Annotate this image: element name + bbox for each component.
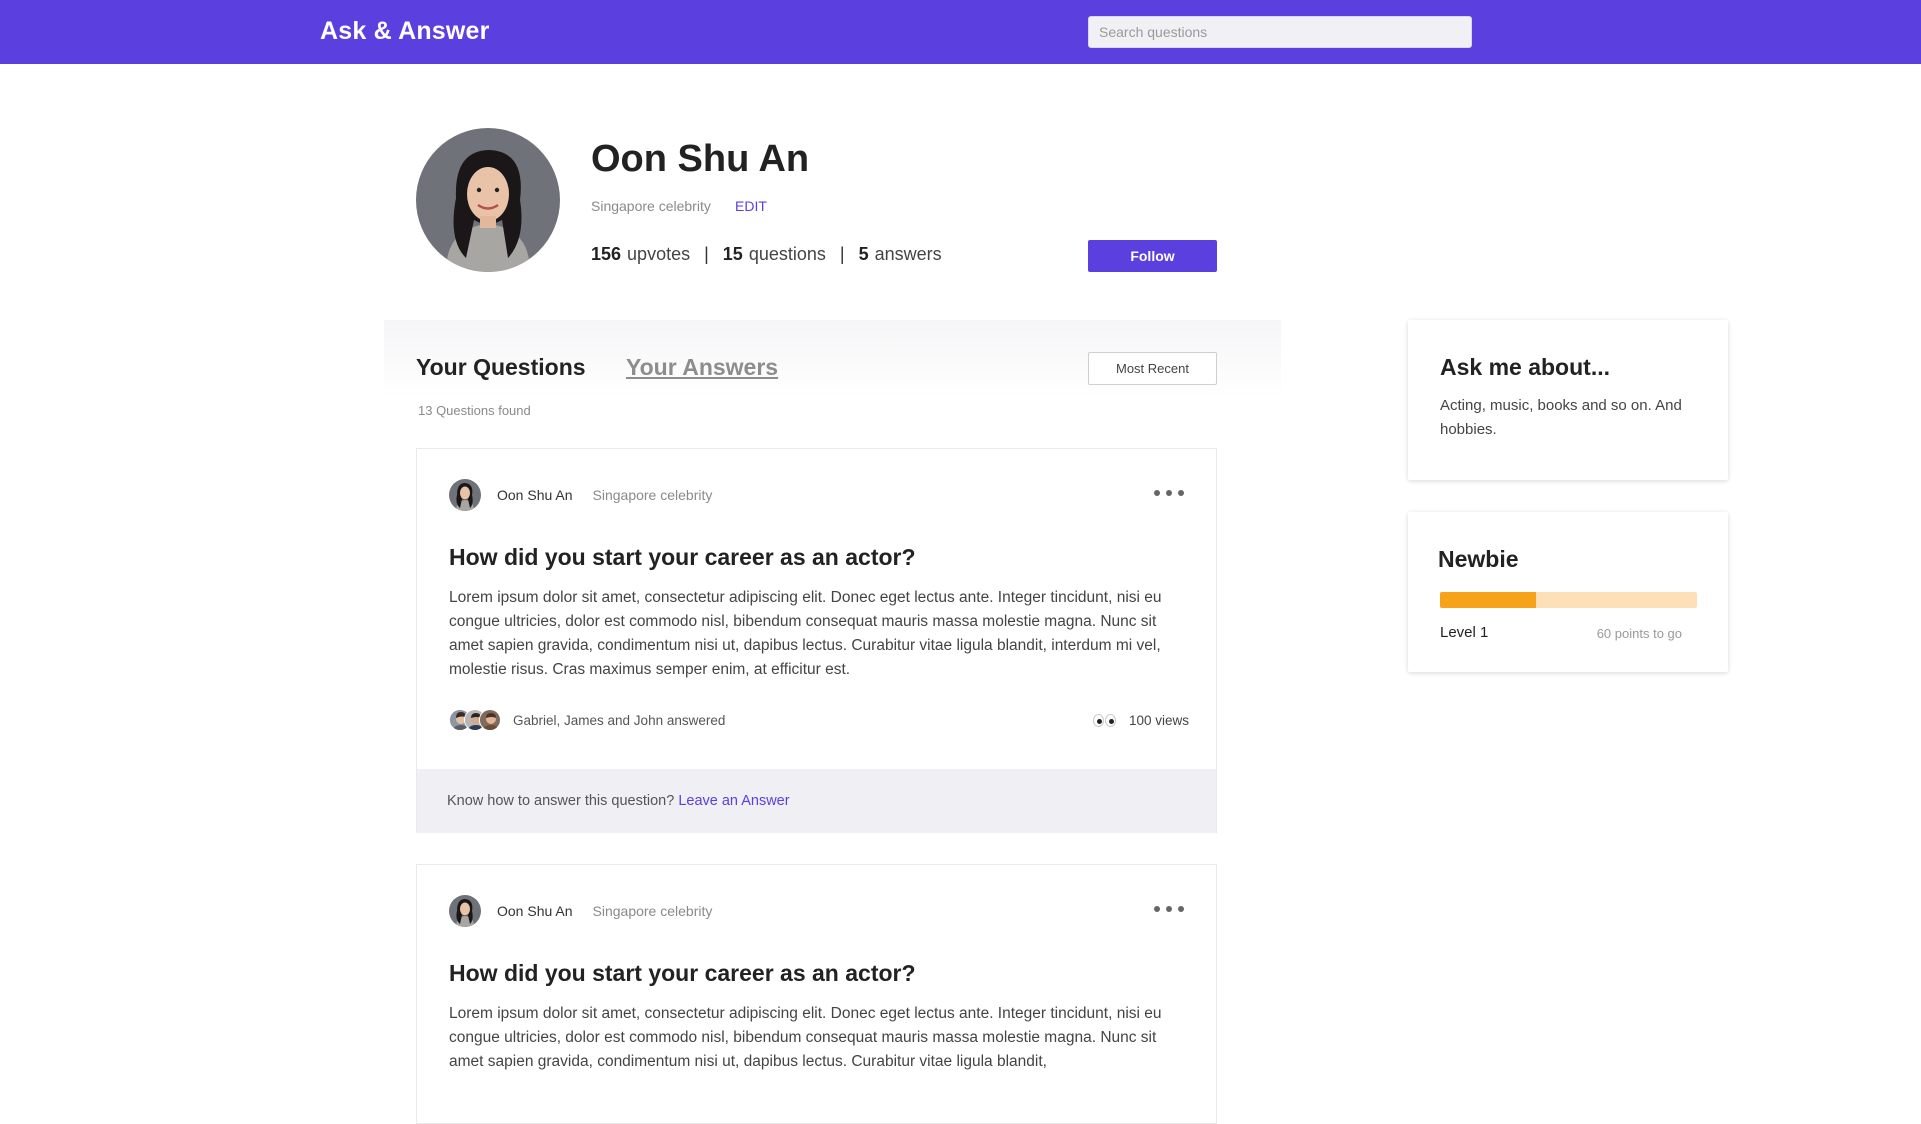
leave-answer-link[interactable]: Leave an Answer	[678, 793, 789, 809]
eyes-icon	[1092, 713, 1117, 727]
answer-prompt-text: Know how to answer this question?	[447, 793, 675, 809]
author-avatar[interactable]	[449, 479, 481, 511]
stats-divider: |	[704, 244, 709, 264]
question-body: Lorem ipsum dolor sit amet, consectetur …	[449, 1005, 1162, 1070]
answers-label: answers	[874, 244, 942, 264]
answerer-avatar	[479, 709, 501, 731]
question-card: Oon Shu An Singapore celebrity How did y…	[416, 864, 1217, 1124]
author-title: Singapore celebrity	[592, 903, 713, 919]
question-body: Lorem ipsum dolor sit amet, consectetur …	[449, 589, 1162, 678]
ask-me-about-text: Acting, music, books and so on. And hobb…	[1440, 397, 1682, 438]
more-options-icon[interactable]	[1154, 903, 1184, 915]
profile-stats: 156 upvotes | 15 questions | 5 answers	[591, 244, 942, 265]
brand-logo[interactable]: Ask & Answer	[320, 17, 490, 46]
rank-title: Newbie	[1438, 546, 1519, 572]
author-name[interactable]: Oon Shu An	[497, 903, 573, 919]
level-progress-fill	[1440, 592, 1537, 608]
follow-button[interactable]: Follow	[1088, 240, 1217, 272]
results-count: 13 Questions found	[418, 403, 531, 418]
questions-label: questions	[748, 244, 826, 264]
more-options-icon[interactable]	[1154, 487, 1184, 499]
sort-most-recent-button[interactable]: Most Recent	[1088, 352, 1217, 385]
stats-divider: |	[839, 244, 845, 264]
question-author-row: Oon Shu An Singapore celebrity	[449, 479, 712, 511]
search-input[interactable]	[1088, 16, 1472, 48]
questions-count: 15	[722, 244, 743, 264]
points-to-go: 60 points to go	[1596, 626, 1682, 641]
profile-title: Singapore celebrity	[591, 198, 711, 214]
tab-your-answers[interactable]: Your Answers	[626, 354, 778, 381]
author-name[interactable]: Oon Shu An	[497, 487, 573, 503]
upvotes-label: upvotes	[627, 244, 691, 264]
edit-profile-link[interactable]: EDIT	[735, 198, 767, 214]
ask-me-about-title: Ask me about...	[1440, 354, 1610, 380]
profile-avatar	[416, 128, 560, 272]
ask-me-about-card: Ask me about... Acting, music, books and…	[1408, 320, 1728, 480]
top-navbar: Ask & Answer	[0, 0, 1921, 64]
upvotes-count: 156	[591, 244, 622, 264]
question-author-row: Oon Shu An Singapore celebrity	[449, 895, 712, 927]
rank-card: Newbie Level 1 60 points to go	[1408, 512, 1728, 672]
question-card: Oon Shu An Singapore celebrity How did y…	[416, 448, 1217, 833]
question-title[interactable]: How did you start your career as an acto…	[449, 544, 916, 571]
answerer-avatars	[449, 709, 505, 731]
question-footer: Gabriel, James and John answered 100 vie…	[449, 707, 1189, 733]
author-title: Singapore celebrity	[592, 487, 713, 503]
views-count: 100 views	[1092, 712, 1189, 728]
level-label: Level 1	[1440, 624, 1489, 641]
level-progress-bar	[1440, 592, 1697, 608]
tab-your-questions[interactable]: Your Questions	[416, 354, 586, 381]
answers-count: 5	[858, 244, 869, 264]
answer-prompt-bar: Know how to answer this question? Leave …	[417, 769, 1216, 833]
answered-by-text[interactable]: Gabriel, James and John answered	[513, 713, 725, 728]
question-title[interactable]: How did you start your career as an acto…	[449, 960, 916, 987]
profile-name: Oon Shu An	[591, 138, 810, 180]
author-avatar[interactable]	[449, 895, 481, 927]
views-label: 100 views	[1128, 712, 1189, 728]
